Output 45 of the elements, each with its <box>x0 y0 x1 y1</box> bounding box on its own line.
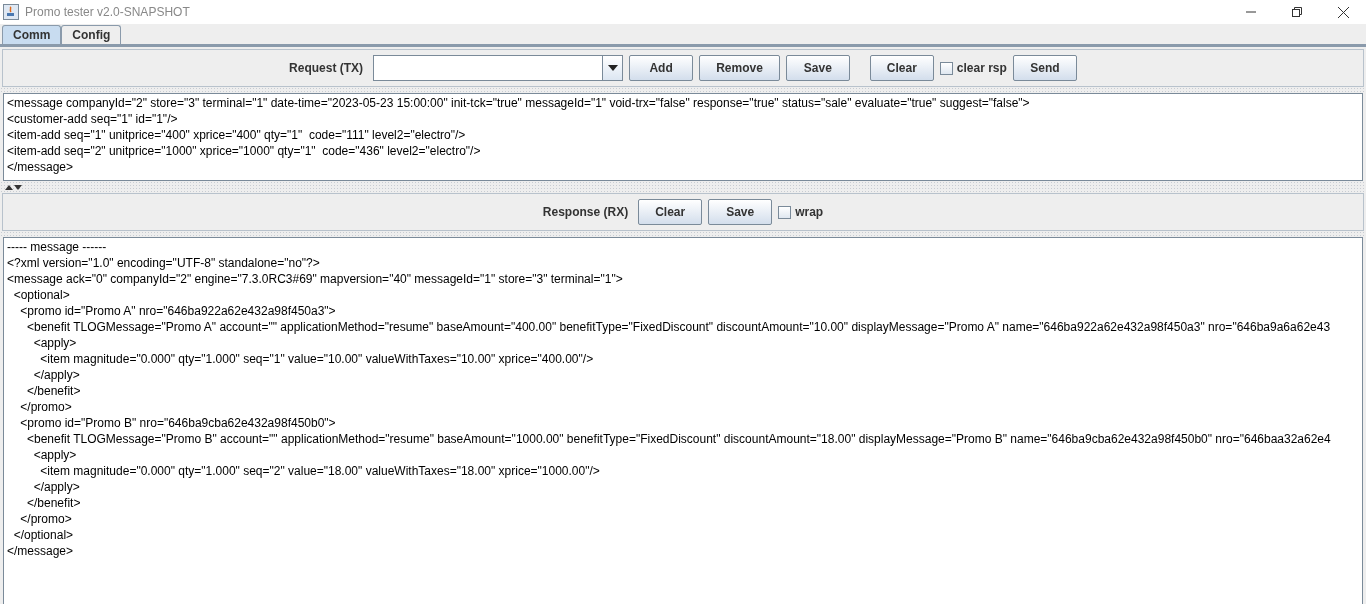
checkbox[interactable] <box>939 61 953 75</box>
checkbox-label: wrap <box>795 204 824 221</box>
code-line: <item magnitude="0.000" qty="1.000" seq="1" value="10.00" valueWithTaxes="10.00" xprice="400.00"/> <box>39 351 594 367</box>
toolbar-label: Request (TX) <box>289 60 364 77</box>
toolbar-button[interactable]: Clear <box>869 55 934 81</box>
code-line: </message> <box>7 159 74 175</box>
code-line: </message> <box>7 543 74 559</box>
code-line: </apply> <box>32 367 80 383</box>
code-line: <item-add seq="2" unitprice="1000" xprice="1000" qty="1" code="436" level2="electro"/> <box>7 143 481 159</box>
code-line: </promo> <box>19 399 72 415</box>
toolbar-button[interactable]: Clear <box>638 199 703 225</box>
code-line: <optional> <box>12 287 70 303</box>
code-line: <promo id="Promo B" nro="646ba9cba62e432a98f450b0"> <box>19 415 336 431</box>
code-line: <apply> <box>32 447 77 463</box>
checkbox-label: clear rsp <box>956 60 1007 77</box>
code-line: <benefit TLOGMessage="Promo A" account="" applicationMethod="resume" baseAmount="400.00" benefitType="FixedDiscount" discountAmount="10.00" displayMessage="Promo A" name="646ba922a62e432a98f450a3" nro="646ba9a6a62e43 <box>26 319 1331 335</box>
toolbar-button[interactable]: Add <box>629 55 694 81</box>
toolbar-button[interactable]: Send <box>1012 55 1077 81</box>
code-line: <apply> <box>32 335 77 351</box>
code-line: <benefit TLOGMessage="Promo B" account="" applicationMethod="resume" baseAmount="1000.00" benefitType="FixedDiscount" discountAmount="18.00" displayMessage="Promo B" name="646ba9cba62e432a98f450b0" nro="646baa32a62e4 <box>26 431 1331 447</box>
code-line: </benefit> <box>26 495 81 511</box>
toolbar-button[interactable]: Save <box>785 55 850 81</box>
response-text-area[interactable] <box>3 237 1363 604</box>
toolbar-label: Response (RX) <box>542 204 629 221</box>
code-line: </optional> <box>12 527 74 543</box>
code-line: <promo id="Promo A" nro="646ba922a62e432a98f450a3"> <box>19 303 336 319</box>
code-line: <message ack="0" companyId="2" engine="7.3.0RC3#69" mapversion="40" messageId="1" store="3" terminal="1"> <box>7 271 623 287</box>
checkbox[interactable] <box>778 205 792 219</box>
code-line: <item magnitude="0.000" qty="1.000" seq="2" value="18.00" valueWithTaxes="18.00" xprice="1000.00"/> <box>39 463 600 479</box>
dropdown-caret-icon[interactable] <box>602 56 623 80</box>
code-line: </apply> <box>32 479 80 495</box>
request-text-area[interactable] <box>3 93 1363 181</box>
splitter-arrows-icon[interactable] <box>4 184 22 190</box>
code-line: <item-add seq="1" unitprice="400" xprice="400" qty="1" code="111" level2="electro"/> <box>7 127 466 143</box>
tab[interactable]: Config <box>61 25 122 44</box>
code-line: ----- message ------ <box>7 239 107 255</box>
code-line: <?xml version="1.0" encoding="UTF-8" standalone="no"?> <box>7 255 320 271</box>
code-line: <message companyId="2" store="3" terminal="1" date-time="2023-05-23 15:00:00" init-tck="true" messageId="1" void-trx="false" response="true" status="sale" evaluate="true" suggest="false"> <box>7 95 1030 111</box>
code-line: <customer-add seq="1" id="1"/> <box>7 111 178 127</box>
toolbar-button[interactable]: Save <box>708 199 773 225</box>
tab[interactable]: Comm <box>2 25 62 44</box>
toolbar-button[interactable]: Remove <box>699 55 780 81</box>
code-line: </benefit> <box>26 383 81 399</box>
code-line: </promo> <box>19 511 72 527</box>
window-title: Promo tester v2.0-SNAPSHOT <box>25 4 190 21</box>
